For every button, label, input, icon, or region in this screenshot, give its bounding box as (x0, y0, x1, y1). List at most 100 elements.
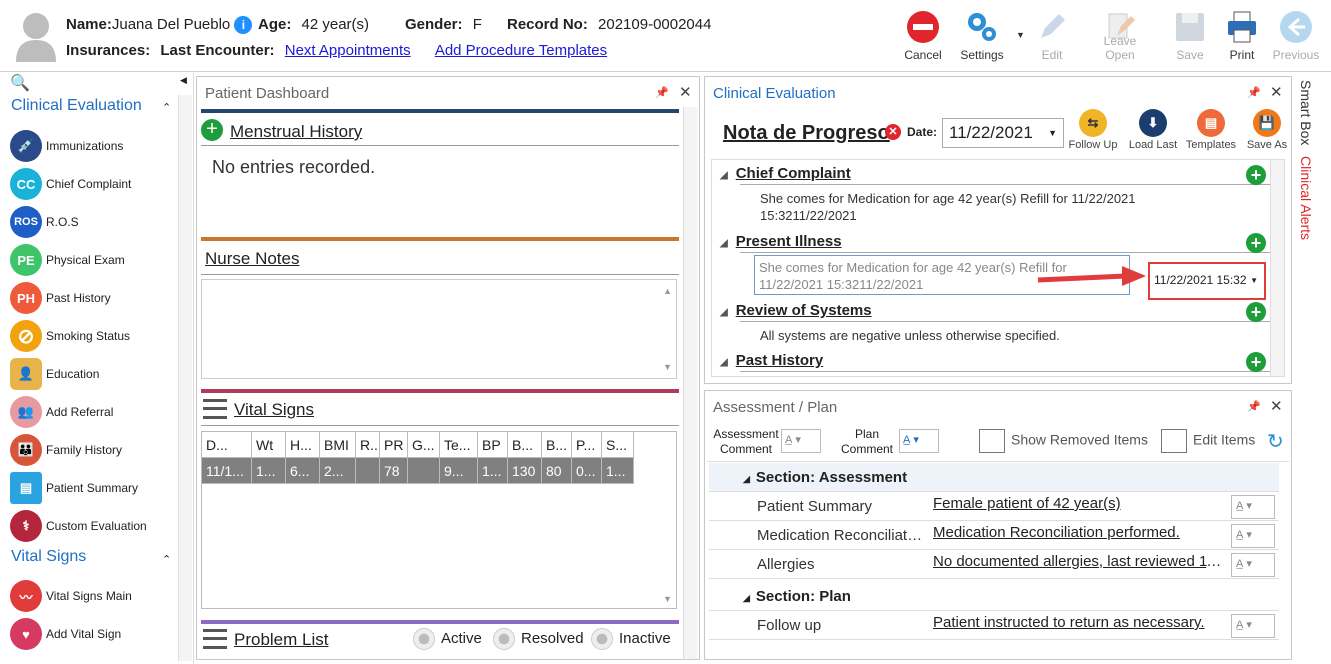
section-present-illness[interactable]: ◢ Present Illness (720, 233, 842, 250)
present-illness-datetime[interactable]: 11/22/2021 15:32 ▼ (1148, 262, 1266, 300)
save-as-button[interactable]: 💾 Save As (1239, 109, 1295, 151)
vital-signs-title[interactable]: Vital Signs (234, 400, 314, 420)
sidebar-item-education[interactable]: 👤 Education (10, 357, 180, 391)
section-plan[interactable]: ◢ Section: Plan (709, 582, 1279, 611)
column-header[interactable]: B... (542, 432, 572, 458)
column-header[interactable]: S... (602, 432, 634, 458)
add-menstrual-icon[interactable]: + (201, 119, 223, 141)
close-icon[interactable]: ✕ (1270, 397, 1283, 415)
section-chief-complaint[interactable]: ◢ Chief Complaint (720, 165, 851, 182)
add-past-history-icon[interactable]: + (1246, 352, 1266, 372)
next-appointments-link[interactable]: Next Appointments (285, 42, 411, 59)
sidebar-item-add-referral[interactable]: 👥 Add Referral (10, 395, 180, 429)
nurse-notes-title[interactable]: Nurse Notes (205, 249, 299, 269)
pin-icon[interactable]: 📌 (1247, 86, 1261, 99)
table-row[interactable]: Patient Summary Female patient of 42 year… (709, 492, 1279, 521)
comment-dropdown[interactable]: A̲ ▾ (1231, 524, 1275, 548)
nurse-notes-box[interactable]: ▲ ▼ (201, 279, 677, 379)
sidebar-item-patient-summary[interactable]: ▤ Patient Summary (10, 471, 180, 505)
sidebar-item-vital-signs-main[interactable]: 〰 Vital Signs Main (10, 579, 180, 613)
sidebar-item-past-history[interactable]: PH Past History (10, 281, 180, 315)
table-row[interactable]: Allergies No documented allergies, last r… (709, 550, 1279, 579)
table-header-row[interactable]: D... Wt H... BMI R... PR G... Te... BP B... B... P.… (202, 432, 634, 458)
leave-open-button[interactable]: Leave Open (1088, 8, 1152, 66)
sidebar-item-smoking-status[interactable]: ⊘ Smoking Status (10, 319, 180, 353)
comment-dropdown[interactable]: A̲ ▾ (1231, 495, 1275, 519)
sidebar-item-custom-evaluation[interactable]: ⚕ Custom Evaluation (10, 509, 180, 543)
table-row[interactable]: Follow up Patient instructed to return a… (709, 611, 1279, 640)
smart-box-tab[interactable]: Smart Box (1298, 80, 1314, 145)
sidebar-item-family-history[interactable]: 👪 Family History (10, 433, 180, 467)
settings-button[interactable]: Settings (952, 8, 1012, 66)
close-icon[interactable]: ✕ (679, 83, 692, 101)
column-header[interactable]: P... (572, 432, 602, 458)
refresh-icon[interactable]: ↻ (1267, 429, 1284, 454)
scroll-up-icon[interactable]: ▲ (663, 286, 672, 296)
sidebar-item-ros[interactable]: ROS R.O.S (10, 205, 180, 239)
column-header[interactable]: B... (508, 432, 542, 458)
info-icon[interactable]: i (234, 16, 253, 35)
section-past-history[interactable]: ◢ Past History (720, 352, 823, 369)
show-removed-checkbox[interactable]: Show Removed Items (979, 429, 1148, 453)
sidebar-item-physical-exam[interactable]: PE Physical Exam (10, 243, 180, 277)
add-review-of-systems-icon[interactable]: + (1246, 302, 1266, 322)
date-picker[interactable]: 11/22/2021 ▼ (942, 118, 1064, 148)
section-review-of-systems[interactable]: ◢ Review of Systems (720, 302, 872, 319)
edit-button[interactable]: Edit (1022, 8, 1082, 66)
clinical-alerts-tab[interactable]: Clinical Alerts (1298, 156, 1314, 240)
hamburger-icon[interactable] (203, 629, 227, 649)
filter-inactive-radio[interactable]: Inactive (591, 628, 671, 650)
column-header[interactable]: Wt (252, 432, 286, 458)
pin-icon[interactable]: 📌 (655, 86, 669, 99)
sidebar-section-clinical-evaluation[interactable]: Clinical Evaluation (11, 97, 142, 115)
sidebar-item-add-vital-sign[interactable]: ♥ Add Vital Sign (10, 617, 180, 651)
filter-resolved-radio[interactable]: Resolved (493, 628, 584, 650)
column-header[interactable]: PR (380, 432, 408, 458)
column-header[interactable]: R... (356, 432, 380, 458)
remove-note-icon[interactable]: ✕ (885, 124, 901, 140)
column-header[interactable]: G... (408, 432, 440, 458)
table-row[interactable]: Medication Reconciliation Medication Reco… (709, 521, 1279, 550)
sidebar-scrollbar[interactable] (178, 95, 192, 661)
collapse-sidebar-icon[interactable]: ◀ (180, 75, 187, 86)
comment-dropdown[interactable]: A̲ ▾ (1231, 553, 1275, 577)
scroll-down-icon[interactable]: ▼ (663, 594, 672, 604)
sidebar-item-immunizations[interactable]: 💉 Immunizations (10, 129, 180, 163)
column-header[interactable]: D... (202, 432, 252, 458)
menstrual-history-title[interactable]: Menstrual History (230, 122, 362, 142)
load-last-button[interactable]: ⬇ Load Last (1125, 109, 1181, 151)
save-button[interactable]: Save (1160, 8, 1220, 66)
sidebar-section-vital-signs[interactable]: Vital Signs (11, 548, 86, 566)
previous-button[interactable]: Previous (1266, 8, 1326, 66)
table-row[interactable]: 11/1... 1... 6... 2... 78 9... 1... 130 80 0... 1.… (202, 458, 634, 484)
follow-up-button[interactable]: ⇆ Follow Up (1065, 109, 1121, 151)
print-button[interactable]: Print (1212, 8, 1272, 66)
problem-list-title[interactable]: Problem List (234, 630, 328, 650)
cancel-button[interactable]: Cancel (893, 8, 953, 66)
chevron-up-icon[interactable]: ⌃ (162, 101, 171, 114)
scroll-down-icon[interactable]: ▼ (663, 362, 672, 372)
add-present-illness-icon[interactable]: + (1246, 233, 1266, 253)
filter-active-radio[interactable]: Active (413, 628, 482, 650)
column-header[interactable]: H... (286, 432, 320, 458)
add-procedure-templates-link[interactable]: Add Procedure Templates (435, 42, 607, 59)
templates-button[interactable]: ▤ Templates (1183, 109, 1239, 151)
clinical-scrollbar[interactable] (1270, 160, 1284, 376)
note-title[interactable]: Nota de Progreso (723, 122, 890, 145)
chevron-up-icon[interactable]: ⌃ (162, 553, 171, 566)
plan-comment-dropdown[interactable]: A̲ ▾ (899, 429, 939, 453)
column-header[interactable]: BP (478, 432, 508, 458)
hamburger-icon[interactable] (203, 399, 227, 419)
comment-dropdown[interactable]: A̲ ▾ (1231, 614, 1275, 638)
section-assessment[interactable]: ◢ Section: Assessment (709, 463, 1279, 492)
search-icon[interactable]: 🔍 (10, 73, 30, 93)
column-header[interactable]: Te... (440, 432, 478, 458)
dashboard-scrollbar[interactable] (683, 107, 697, 659)
column-header[interactable]: BMI (320, 432, 356, 458)
close-icon[interactable]: ✕ (1270, 83, 1283, 101)
edit-items-checkbox[interactable]: Edit Items (1161, 429, 1255, 453)
add-chief-complaint-icon[interactable]: + (1246, 165, 1266, 185)
pin-icon[interactable]: 📌 (1247, 400, 1261, 413)
sidebar-item-chief-complaint[interactable]: CC Chief Complaint (10, 167, 180, 201)
assessment-comment-dropdown[interactable]: A̲ ▾ (781, 429, 821, 453)
